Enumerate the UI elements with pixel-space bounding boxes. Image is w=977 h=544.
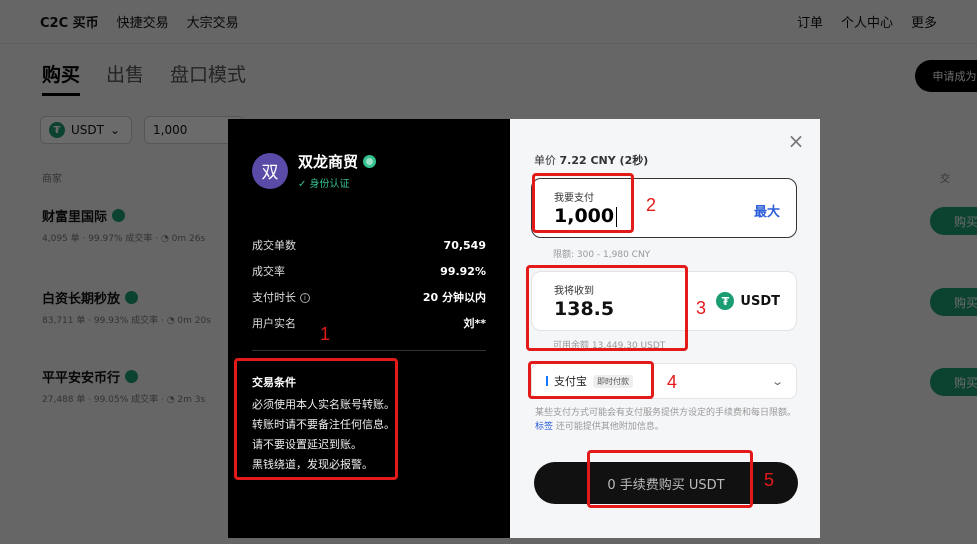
annotation-number: 2 bbox=[646, 195, 657, 215]
identity-verified: ✓ 身份认证 bbox=[298, 179, 350, 190]
trade-tabs: 购买 出售 盘口模式 bbox=[42, 60, 246, 96]
buy-button[interactable]: 购买 bbox=[930, 288, 977, 316]
nav-orders[interactable]: 订单 bbox=[797, 12, 823, 31]
close-button[interactable]: × bbox=[786, 131, 806, 151]
stat-label: 用户实名 bbox=[252, 317, 296, 330]
stat-value: 99.92% bbox=[440, 264, 486, 278]
annotation-number: 4 bbox=[667, 372, 678, 392]
seller-name: 双龙商贸 bbox=[298, 153, 359, 171]
filter-row: ₮ USDT ⌄ 1,000 bbox=[40, 116, 244, 144]
annotation-box bbox=[532, 173, 634, 233]
usdt-icon: ₮ bbox=[49, 122, 65, 138]
col-merchant: 商家 bbox=[42, 174, 62, 185]
merchant-name: 平平安安币行 bbox=[42, 371, 121, 386]
merchant-meta: 4,095 单 · 99.97% 成交率 · ◔ 0m 26s bbox=[42, 234, 206, 244]
merchant-name: 白资长期秒放 bbox=[42, 292, 121, 307]
fee-note: 某些支付方式可能会有支付服务提供方设定的手续费和每日限额。标签 还可能提供其他附… bbox=[535, 406, 800, 434]
annotation-number: 1 bbox=[320, 324, 331, 344]
nav-c2c[interactable]: C2C 买币 bbox=[40, 12, 99, 31]
note-text: 某些支付方式可能会有支付服务提供方设定的手续费和每日限额。 bbox=[535, 408, 797, 418]
info-icon[interactable]: i bbox=[300, 293, 310, 303]
note-link[interactable]: 标签 bbox=[535, 422, 553, 432]
stat-label: 成交率 bbox=[252, 265, 285, 278]
tab-buy[interactable]: 购买 bbox=[42, 60, 81, 96]
currency-label: USDT bbox=[740, 293, 780, 309]
annotation-box bbox=[234, 358, 398, 480]
verified-badge-icon bbox=[125, 370, 139, 383]
stat-orders: 成交单数 70,549 bbox=[252, 232, 486, 258]
annotation-box bbox=[587, 450, 753, 508]
divider bbox=[252, 350, 486, 351]
limit-text: 限额: 300 - 1,980 CNY bbox=[553, 250, 651, 260]
annotation-number: 3 bbox=[696, 298, 707, 318]
buy-button[interactable]: 购买 bbox=[930, 207, 977, 235]
receive-currency: ₮ USDT bbox=[716, 292, 780, 310]
stat-completion: 成交率 99.92% bbox=[252, 258, 486, 284]
seller-header: 双 双龙商贸 ✓ 身份认证 bbox=[252, 151, 486, 190]
annotation-box bbox=[528, 361, 654, 399]
nav-more[interactable]: 更多 bbox=[911, 12, 937, 31]
merchant-row[interactable]: 平平安安币行 27,488 单 · 99.05% 成交率 · ◔ 2m 3s bbox=[42, 367, 205, 405]
stat-value: 70,549 bbox=[443, 238, 486, 252]
merchant-meta: 27,488 单 · 99.05% 成交率 · ◔ 2m 3s bbox=[42, 395, 206, 405]
amount-value: 1,000 bbox=[153, 123, 188, 137]
buy-button[interactable]: 购买 bbox=[930, 368, 977, 396]
merchant-name: 财富里国际 bbox=[42, 210, 108, 225]
nav-express[interactable]: 快捷交易 bbox=[117, 12, 169, 31]
stat-label: 支付时长 bbox=[252, 291, 296, 304]
usdt-icon: ₮ bbox=[716, 292, 735, 310]
note-text: 还可能提供其他附加信息。 bbox=[553, 422, 664, 432]
merchant-meta: 83,711 单 · 99.93% 成交率 · ◔ 0m 20s bbox=[42, 316, 211, 326]
stat-value: 刘** bbox=[463, 317, 486, 330]
price-label: 单价 bbox=[534, 154, 556, 167]
stat-label: 成交单数 bbox=[252, 239, 296, 252]
tab-orderbook[interactable]: 盘口模式 bbox=[170, 60, 246, 96]
coin-label: USDT bbox=[71, 123, 104, 137]
stat-pay-time: 支付时长 i 20 分钟以内 bbox=[252, 284, 486, 310]
chevron-down-icon: ⌄ bbox=[770, 374, 784, 388]
apply-merchant-button[interactable]: 申请成为商 bbox=[915, 60, 977, 92]
verified-badge-icon bbox=[363, 155, 377, 168]
seller-stats: 成交单数 70,549 成交率 99.92% 支付时长 i 20 分钟以内 用户实… bbox=[252, 232, 486, 336]
top-nav: C2C 买币 快捷交易 大宗交易 订单 个人中心 更多 bbox=[0, 0, 977, 44]
annotation-box bbox=[526, 265, 688, 351]
tab-sell[interactable]: 出售 bbox=[106, 60, 144, 96]
price-value: 7.22 CNY (2秒) bbox=[559, 154, 649, 167]
stat-value: 20 分钟以内 bbox=[422, 291, 486, 304]
avatar: 双 bbox=[252, 152, 288, 189]
annotation-number: 5 bbox=[764, 470, 775, 490]
max-button[interactable]: 最大 bbox=[754, 201, 780, 220]
col-trade: 交 bbox=[940, 174, 950, 185]
merchant-row[interactable]: 白资长期秒放 83,711 单 · 99.93% 成交率 · ◔ 0m 20s bbox=[42, 288, 211, 326]
coin-select[interactable]: ₮ USDT ⌄ bbox=[40, 116, 132, 144]
nav-block[interactable]: 大宗交易 bbox=[187, 12, 239, 31]
verified-badge-icon bbox=[112, 209, 126, 222]
merchant-row[interactable]: 财富里国际 4,095 单 · 99.97% 成交率 · ◔ 0m 26s bbox=[42, 206, 205, 244]
unit-price: 单价 7.22 CNY (2秒) bbox=[534, 152, 648, 168]
verified-badge-icon bbox=[125, 291, 139, 304]
chevron-down-icon: ⌄ bbox=[109, 123, 121, 137]
nav-profile[interactable]: 个人中心 bbox=[841, 12, 893, 31]
stat-realname: 用户实名 刘** bbox=[252, 310, 486, 336]
